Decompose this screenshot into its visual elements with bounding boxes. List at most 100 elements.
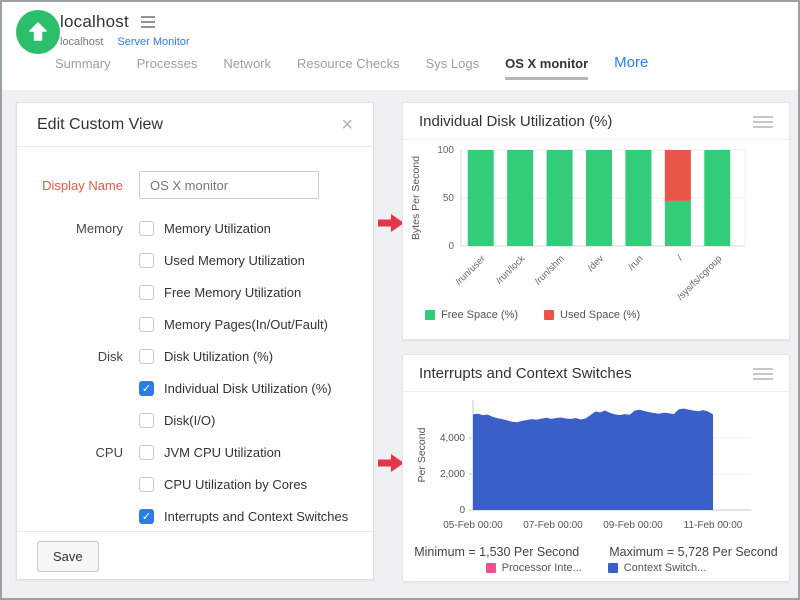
tab-processes[interactable]: Processes <box>137 56 198 80</box>
panel-title: Edit Custom View <box>37 116 163 134</box>
check-row-jvm-cpu-utilization: CPU JVM CPU Utilization <box>17 436 373 468</box>
up-arrow-icon <box>26 20 50 44</box>
pointer-arrow-bottom <box>378 454 404 472</box>
check-row-memory-utilization: MemoryMemory Utilization <box>17 212 373 244</box>
check-row-memory-pages-in-out-fault-: Memory Pages(In/Out/Fault) <box>17 308 373 340</box>
unchecked-checkbox[interactable] <box>139 285 154 300</box>
checkbox-label: Free Memory Utilization <box>164 285 301 300</box>
check-row-used-memory-utilization: Used Memory Utilization <box>17 244 373 276</box>
minimum-value: Minimum = 1,530 Per Second <box>414 545 579 559</box>
interrupts-chart-title: Interrupts and Context Switches <box>419 365 632 382</box>
unchecked-checkbox[interactable] <box>139 349 154 364</box>
group-label-cpu: CPU <box>17 445 123 460</box>
check-row-disk-utilization-: Disk Disk Utilization (%) <box>17 340 373 372</box>
tab-os-x-monitor[interactable]: OS X monitor <box>505 56 588 80</box>
disk-chart-legend: Free Space (%)Used Space (%) <box>403 309 789 321</box>
display-name-label: Display Name <box>17 178 123 193</box>
svg-text:0: 0 <box>448 241 454 252</box>
disk-card-menu-icon[interactable] <box>753 114 773 130</box>
checkbox-label: CPU Utilization by Cores <box>164 477 307 492</box>
svg-text:Per Second: Per Second <box>416 427 428 482</box>
legend-item: Processor Inte... <box>486 562 582 574</box>
legend-swatch <box>608 563 618 573</box>
edit-custom-view-panel: Edit Custom View × Display Name MemoryMe… <box>16 102 374 580</box>
content-area: Edit Custom View × Display Name MemoryMe… <box>2 90 798 598</box>
legend-item: Used Space (%) <box>544 309 640 321</box>
svg-text:11-Feb 00:00: 11-Feb 00:00 <box>684 520 743 531</box>
disk-chart-title: Individual Disk Utilization (%) <box>419 113 612 130</box>
check-row-individual-disk-utilization-: ✓ Individual Disk Utilization (%) <box>17 372 373 404</box>
unchecked-checkbox[interactable] <box>139 477 154 492</box>
minmax-row: Minimum = 1,530 Per Second Maximum = 5,7… <box>403 545 789 559</box>
check-row-cpu-utilization-by-cores: CPU Utilization by Cores <box>17 468 373 500</box>
tab-sys-logs[interactable]: Sys Logs <box>426 56 479 80</box>
interrupts-area-chart: 02,0004,000Per Second05-Feb 00:0007-Feb … <box>403 392 789 538</box>
svg-text:100: 100 <box>437 145 454 156</box>
panel-footer: Save <box>17 531 373 579</box>
legend-swatch <box>425 310 435 320</box>
group-label-memory: Memory <box>17 221 123 236</box>
checkbox-label: JVM CPU Utilization <box>164 445 281 460</box>
svg-text:/run/shm: /run/shm <box>533 253 567 287</box>
unchecked-checkbox[interactable] <box>139 317 154 332</box>
svg-text:/: / <box>675 253 685 263</box>
page-title: localhost <box>60 12 129 32</box>
svg-text:/run/lock: /run/lock <box>494 253 527 286</box>
interrupts-card-header: Interrupts and Context Switches <box>403 355 789 392</box>
checkbox-label: Used Memory Utilization <box>164 253 305 268</box>
checkbox-label: Interrupts and Context Switches <box>164 509 348 524</box>
tab-resource-checks[interactable]: Resource Checks <box>297 56 400 80</box>
app-window: localhost localhost Server Monitor Summa… <box>0 0 800 600</box>
checkbox-label: Memory Pages(In/Out/Fault) <box>164 317 328 332</box>
svg-text:/dev: /dev <box>586 253 607 274</box>
disk-utilization-card: Individual Disk Utilization (%) 050100By… <box>402 102 790 340</box>
interrupts-card: Interrupts and Context Switches 02,0004,… <box>402 354 790 582</box>
legend-item: Context Switch... <box>608 562 707 574</box>
legend-label: Context Switch... <box>624 562 707 574</box>
tab-more[interactable]: More <box>614 54 648 80</box>
display-name-row: Display Name <box>17 171 373 199</box>
svg-text:/run: /run <box>626 253 645 272</box>
tab-summary[interactable]: Summary <box>55 56 111 80</box>
panel-body: Display Name MemoryMemory Utilization Use… <box>17 171 373 532</box>
svg-text:07-Feb 00:00: 07-Feb 00:00 <box>523 520 583 531</box>
disk-utilization-bar-chart: 050100Bytes Per Second/run/user/run/lock… <box>403 140 789 302</box>
close-icon[interactable]: × <box>341 115 353 135</box>
monitor-status-avatar <box>16 10 60 54</box>
maximum-value: Maximum = 5,728 Per Second <box>609 545 778 559</box>
breadcrumb-host[interactable]: localhost <box>60 36 103 48</box>
group-label-disk: Disk <box>17 349 123 364</box>
interrupts-card-menu-icon[interactable] <box>753 366 773 382</box>
legend-label: Processor Inte... <box>502 562 582 574</box>
header: localhost localhost Server Monitor Summa… <box>2 2 798 90</box>
title-menu-icon[interactable] <box>141 16 155 28</box>
unchecked-checkbox[interactable] <box>139 221 154 236</box>
tab-bar: Summary Processes Network Resource Checks Sy… <box>55 54 648 80</box>
tab-network[interactable]: Network <box>223 56 271 80</box>
svg-text:4,000: 4,000 <box>440 433 465 444</box>
check-row-disk-i-o-: Disk(I/O) <box>17 404 373 436</box>
checkbox-label: Individual Disk Utilization (%) <box>164 381 332 396</box>
check-row-free-memory-utilization: Free Memory Utilization <box>17 276 373 308</box>
checked-checkbox[interactable]: ✓ <box>139 509 154 524</box>
svg-text:09-Feb 00:00: 09-Feb 00:00 <box>603 520 663 531</box>
metric-checkbox-list: MemoryMemory Utilization Used Memory Util… <box>17 212 373 532</box>
breadcrumb-server-monitor[interactable]: Server Monitor <box>117 36 189 48</box>
unchecked-checkbox[interactable] <box>139 253 154 268</box>
pointer-arrow-top <box>378 214 404 232</box>
chart-cards: Individual Disk Utilization (%) 050100By… <box>402 102 790 582</box>
display-name-input[interactable] <box>139 171 319 199</box>
breadcrumb: localhost Server Monitor <box>60 36 190 48</box>
disk-card-header: Individual Disk Utilization (%) <box>403 103 789 140</box>
unchecked-checkbox[interactable] <box>139 413 154 428</box>
unchecked-checkbox[interactable] <box>139 445 154 460</box>
save-button[interactable]: Save <box>37 541 99 572</box>
interrupts-chart-legend: Processor Inte... Context Switch... <box>403 562 789 574</box>
svg-text:05-Feb 00:00: 05-Feb 00:00 <box>443 520 503 531</box>
legend-swatch <box>544 310 554 320</box>
panel-header: Edit Custom View × <box>17 103 373 147</box>
checkbox-label: Disk Utilization (%) <box>164 349 273 364</box>
check-row-interrupts-and-context-switches: ✓ Interrupts and Context Switches <box>17 500 373 532</box>
svg-text:2,000: 2,000 <box>440 469 465 480</box>
checked-checkbox[interactable]: ✓ <box>139 381 154 396</box>
